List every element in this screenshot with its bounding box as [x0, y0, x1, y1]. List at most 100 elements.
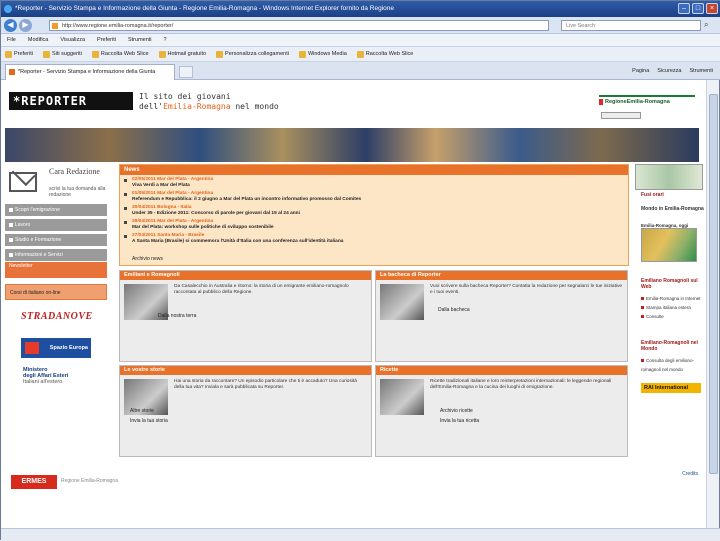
rai-international-logo[interactable]: RAI International	[641, 383, 701, 393]
bacheca-link[interactable]: Dalla bacheca	[438, 307, 470, 313]
sidebar-item-lavoro[interactable]: Lavoro	[5, 219, 107, 231]
link-icon	[91, 50, 99, 58]
star-icon	[5, 50, 12, 58]
news-item[interactable]: 30/04/2011 Bologna - Italia Under 35 - Ed…	[120, 203, 628, 217]
emiliani-text: Da Casalecchio in Australia e ritorno: l…	[174, 284, 349, 295]
photo-image	[380, 379, 424, 415]
storie-text: Hai una storia da raccontare? Un episodi…	[174, 379, 357, 390]
spazio-europa-logo[interactable]: Spazio Europa	[21, 338, 91, 358]
menu-help[interactable]: ?	[164, 34, 167, 46]
link-item[interactable]: Emilia-Romagna in Internet	[641, 294, 701, 303]
news-item[interactable]: 28/04/2011 Mar del Plata - Argentina Mar …	[120, 217, 628, 231]
close-button[interactable]: ×	[706, 3, 718, 14]
sidebar-item-emigrazione[interactable]: Scopri l'emigrazione	[5, 204, 107, 216]
favorites-button[interactable]: Preferiti	[5, 47, 33, 61]
menu-preferiti[interactable]: Preferiti	[97, 34, 116, 46]
cara-redazione[interactable]: Cara Redazione scrivi la tua domanda all…	[5, 164, 107, 200]
forward-icon[interactable]: ▶	[19, 19, 32, 32]
web-links: Emilia-Romagna in Internet Stampa italia…	[641, 294, 701, 321]
storie-header: Le vostre storie	[120, 366, 371, 375]
credits-link[interactable]: Credits	[682, 471, 698, 477]
invia-ricetta-link[interactable]: Invia la tua ricetta	[440, 418, 479, 424]
title-bar: *Reporter - Servizio Stampa e Informazio…	[1, 1, 720, 17]
emilia-romagna-map[interactable]	[641, 228, 697, 262]
archivio-ricette-link[interactable]: Archivio ricette	[440, 408, 473, 414]
stradanove-logo[interactable]: STRADANOVE	[21, 311, 93, 322]
vertical-scrollbar[interactable]	[706, 80, 719, 541]
favorite-link[interactable]: Raccolta Web Slice	[91, 47, 149, 61]
menu-strumenti[interactable]: Strumenti	[128, 34, 152, 46]
safety-menu[interactable]: Sicurezza	[657, 64, 681, 78]
search-input[interactable]: Live Search	[561, 20, 701, 31]
bacheca-box: La bacheca di Reporter Vuoi scrivere sul…	[375, 270, 628, 362]
invia-storia-link[interactable]: Invia la tua storia	[130, 418, 168, 424]
new-tab-button[interactable]	[179, 66, 193, 78]
web-label[interactable]: Emiliano Romagnoli sul Web	[641, 278, 708, 290]
redazione-title: Cara Redazione	[49, 167, 100, 176]
link-item[interactable]: Consulta degli emiliano-romagnoli nel mo…	[641, 356, 708, 374]
ermes-logo[interactable]: ERMES	[11, 475, 57, 489]
altre-storie-link[interactable]: Altre storie	[130, 408, 154, 414]
fusi-orari-label[interactable]: Fusi orari	[641, 192, 664, 198]
address-bar: ◀ ▶ http://www.regione.emilia-romagna.it…	[1, 17, 720, 34]
news-item[interactable]: 27/04/2011 Santa Maria - Brasile A Santa …	[120, 231, 628, 245]
sidebar-item-servizi[interactable]: Informazioni e Servizi	[5, 249, 107, 261]
mondo-label[interactable]: Mondo in Emilia-Romagna	[641, 206, 704, 212]
window-title: *Reporter - Servizio Stampa e Informazio…	[15, 5, 394, 12]
window-controls: – □ ×	[678, 3, 718, 14]
corsi-italiano-link[interactable]: Corsi di italiano on-line	[5, 284, 107, 300]
nel-mondo-label[interactable]: Emiliano-Romagnoli nel Mondo	[641, 340, 708, 352]
nel-mondo-links: Consulta degli emiliano-romagnoli nel mo…	[641, 356, 708, 374]
footer-text: Regione Emilia-Romagna	[61, 478, 118, 484]
menu-modifica[interactable]: Modifica	[28, 34, 48, 46]
site-tagline: Il sito dei giovani dell'Emilia-Romagna …	[139, 92, 279, 111]
browser-window: *Reporter - Servizio Stampa e Informazio…	[0, 0, 720, 541]
newsletter-link[interactable]: Newsletter	[5, 262, 107, 278]
reporter-logo[interactable]: *REPORTER	[9, 92, 133, 110]
status-bar	[1, 528, 720, 541]
emiliani-link[interactable]: Dalla nostra terra	[158, 313, 196, 319]
favorites-bar: Preferiti Siti suggeriti Raccolta Web Sl…	[1, 47, 720, 62]
cities-banner	[5, 128, 699, 162]
news-item[interactable]: 01/05/2011 Mar del Plata - Argentina Refe…	[120, 189, 628, 203]
tools-menu[interactable]: Strumenti	[689, 64, 713, 78]
ministero-logo[interactable]: Ministero degli Affari Esteri Italiani a…	[23, 367, 68, 385]
page-menu[interactable]: Pagina	[632, 64, 649, 78]
page-favicon-icon	[52, 23, 58, 29]
url-input[interactable]: http://www.regione.emilia-romagna.it/rep…	[49, 20, 549, 31]
favorite-link[interactable]: Siti suggeriti	[42, 47, 82, 61]
region-logo[interactable]: RegioneEmilia-Romagna	[599, 95, 695, 107]
news-item[interactable]: 02/05/2011 Mar del Plata - Argentina Viva…	[120, 175, 628, 189]
site-search-input[interactable]	[601, 112, 641, 119]
emiliani-header: Emiliani e Romagnoli	[120, 271, 371, 280]
news-header: News	[120, 165, 628, 175]
maximize-button[interactable]: □	[692, 3, 704, 14]
scrollbar-thumb[interactable]	[709, 94, 718, 474]
ricette-text: Ricette tradizionali italiane e loro rei…	[430, 379, 612, 390]
minimize-button[interactable]: –	[678, 3, 690, 14]
link-icon	[42, 50, 50, 58]
fusi-orari-map[interactable]	[635, 164, 703, 190]
tab-bar: *Reporter - Servizio Stampa e Informazio…	[1, 62, 720, 80]
back-icon[interactable]: ◀	[4, 19, 17, 32]
favorite-link[interactable]: Hotmail gratuito	[158, 47, 206, 61]
sidebar-item-studio[interactable]: Studio e Formazione	[5, 234, 107, 246]
search-icon[interactable]: ⌕	[704, 20, 716, 31]
menu-file[interactable]: File	[7, 34, 16, 46]
link-item[interactable]: Consulte	[641, 312, 701, 321]
favorite-link[interactable]: Windows Media	[298, 47, 347, 61]
emiliani-box: Emiliani e Romagnoli Da Casalecchio in A…	[119, 270, 372, 362]
tab-reporter[interactable]: *Reporter - Servizio Stampa e Informazio…	[5, 64, 175, 80]
news-archive-link[interactable]: Archivio news	[132, 256, 163, 262]
link-icon	[158, 50, 166, 58]
favorite-link[interactable]: Personalizza collegamenti	[216, 47, 289, 61]
site-header: *REPORTER Il sito dei giovani dell'Emili…	[3, 84, 697, 126]
photo-image	[380, 284, 424, 320]
page-content: *REPORTER Il sito dei giovani dell'Emili…	[1, 80, 708, 541]
storie-box: Le vostre storie Hai una storia da racco…	[119, 365, 372, 457]
menu-visualizza[interactable]: Visualizza	[60, 34, 85, 46]
favorite-link[interactable]: Raccolta Web Slice	[356, 47, 413, 61]
url-text: http://www.regione.emilia-romagna.it/rep…	[62, 23, 174, 29]
link-item[interactable]: Stampa italiana estera	[641, 303, 701, 312]
ie-icon	[4, 5, 12, 13]
